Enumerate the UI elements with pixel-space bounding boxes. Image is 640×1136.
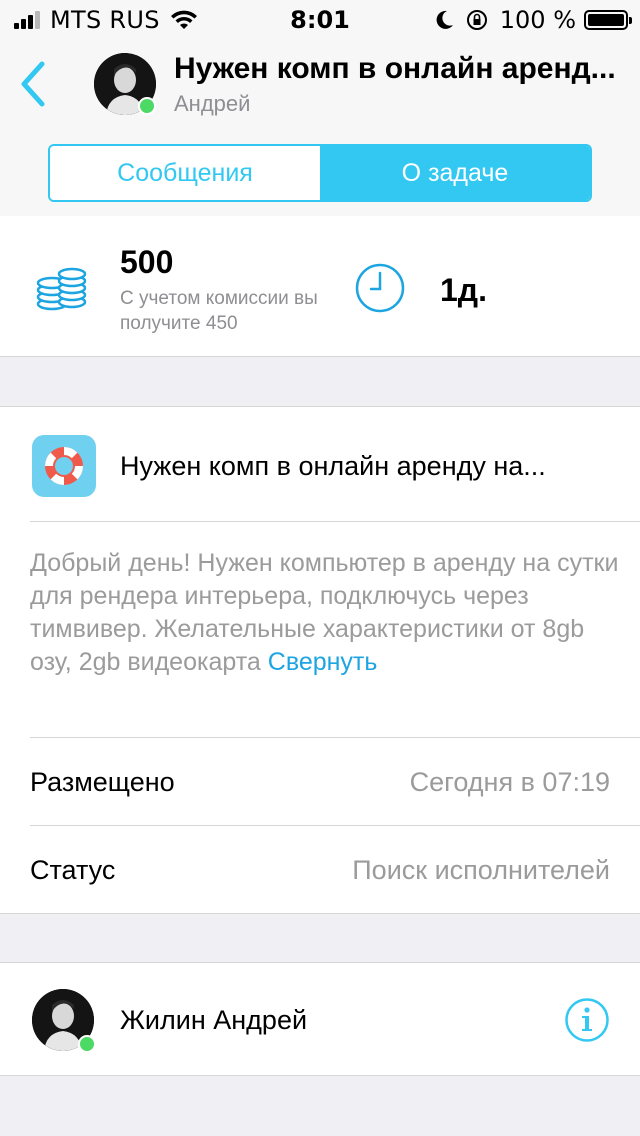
avatar[interactable] (94, 53, 156, 115)
price-card: 500 С учетом комиссии вы получите 450 1д… (0, 216, 640, 357)
price-value: 500 (120, 244, 174, 280)
rotation-lock-icon (466, 10, 487, 30)
task-title: Нужен комп в онлайн аренду на... (120, 451, 546, 481)
page-subtitle: Андрей (174, 91, 251, 116)
tab-about-task[interactable]: О задаче (320, 146, 590, 200)
author-name: Жилин Андрей (120, 1005, 308, 1035)
divider (30, 737, 640, 738)
task-card: Нужен комп в онлайн аренду на... Добрый … (0, 406, 640, 914)
battery-percent: 100 % (499, 6, 576, 34)
posted-value: Сегодня в 07:19 (409, 767, 610, 797)
task-description: Добрый день! Нужен компьютер в аренду на… (30, 547, 620, 679)
author-avatar[interactable] (32, 989, 96, 1053)
back-button[interactable] (14, 58, 54, 110)
author-card[interactable]: Жилин Андрей (0, 962, 640, 1076)
status-value: Поиск исполнителей (352, 855, 610, 885)
divider (30, 521, 640, 522)
chevron-left-icon (21, 61, 45, 107)
battery-icon (584, 10, 632, 30)
lifebuoy-icon (45, 447, 83, 485)
task-category-icon (32, 435, 96, 497)
online-indicator (78, 1035, 96, 1053)
tab-messages[interactable]: Сообщения (50, 146, 320, 200)
segmented-control: Сообщения О задаче (48, 144, 592, 202)
divider (30, 825, 640, 826)
status-right: 100 % (436, 6, 632, 34)
clock-icon (355, 263, 405, 313)
collapse-link[interactable]: Свернуть (268, 648, 378, 676)
page-title: Нужен комп в онлайн аренд... (174, 52, 616, 85)
duration-value: 1д. (440, 272, 487, 308)
posted-label: Размещено (30, 767, 175, 797)
status-bar: MTS RUS 8:01 100 % (0, 0, 640, 40)
nav-header: Нужен комп в онлайн аренд... Андрей Сооб… (0, 40, 640, 217)
online-indicator (138, 97, 156, 115)
info-icon (565, 998, 609, 1042)
coins-icon (36, 267, 87, 311)
price-note: С учетом комиссии вы получите 450 (120, 288, 318, 334)
moon-icon (436, 10, 453, 29)
status-label: Статус (30, 855, 116, 885)
info-button[interactable] (564, 997, 610, 1048)
